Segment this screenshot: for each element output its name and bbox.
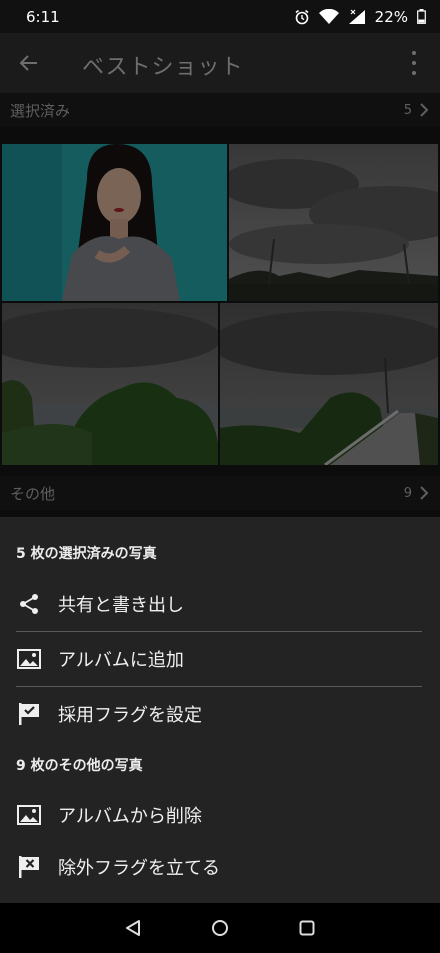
- photo-storm-road[interactable]: [220, 303, 438, 465]
- set-reject-flag-label: 除外フラグを立てる: [58, 858, 220, 879]
- flag-x-icon: [19, 856, 39, 878]
- selected-section-header[interactable]: 選択済み 5: [0, 93, 440, 127]
- flag-check-icon: [19, 703, 39, 725]
- photo-storm-river[interactable]: [2, 303, 218, 465]
- add-to-album-item[interactable]: アルバムに追加: [0, 633, 440, 685]
- set-pick-flag-item[interactable]: 採用フラグを設定: [0, 688, 440, 740]
- divider: [16, 631, 422, 632]
- system-nav-bar: [0, 903, 440, 953]
- app-bar: ベストショット: [0, 33, 440, 93]
- other-section-header[interactable]: その他 9: [0, 476, 440, 510]
- selected-section-count: 5: [403, 102, 412, 118]
- image-album-icon: [17, 805, 41, 825]
- share-icon: [20, 594, 38, 614]
- signal-icon: [348, 9, 365, 24]
- back-button[interactable]: [0, 33, 58, 93]
- other-section-label: その他: [10, 484, 56, 503]
- remove-from-album-item[interactable]: アルバムから削除: [0, 789, 440, 841]
- selected-photos-heading: 5 枚の選択済みの写真: [16, 546, 157, 562]
- set-pick-flag-label: 採用フラグを設定: [58, 705, 202, 726]
- bottom-sheet: 5 枚の選択済みの写真 共有と書き出し アルバムに追加 採用フラグを設定 9 枚…: [0, 517, 440, 903]
- add-to-album-label: アルバムに追加: [58, 650, 184, 671]
- battery-percent: 22%: [374, 7, 408, 26]
- nav-home-icon[interactable]: [211, 919, 229, 937]
- selected-section-label: 選択済み: [10, 101, 71, 120]
- remove-from-album-label: アルバムから削除: [58, 806, 202, 827]
- more-vert-icon: [412, 51, 416, 55]
- status-time: 6:11: [26, 7, 60, 26]
- photo-portrait[interactable]: [2, 144, 227, 301]
- wifi-icon: [318, 8, 339, 24]
- divider: [16, 686, 422, 687]
- chevron-right-icon: [420, 103, 429, 117]
- nav-back-icon[interactable]: [124, 919, 142, 937]
- share-export-label: 共有と書き出し: [58, 595, 184, 616]
- nav-recents-icon[interactable]: [298, 919, 316, 937]
- battery-icon: [417, 9, 426, 24]
- other-photos-heading: 9 枚のその他の写真: [16, 758, 143, 774]
- image-album-icon: [17, 649, 41, 669]
- share-export-item[interactable]: 共有と書き出し: [0, 578, 440, 630]
- other-section-count: 9: [403, 485, 412, 501]
- chevron-right-icon: [420, 486, 429, 500]
- alarm-icon: [295, 9, 309, 24]
- page-title: ベストショット: [82, 55, 244, 80]
- more-options-button[interactable]: [404, 51, 424, 75]
- photo-storm-clouds-1[interactable]: [229, 144, 438, 301]
- set-reject-flag-item[interactable]: 除外フラグを立てる: [0, 841, 440, 893]
- status-bar: 6:11 22%: [0, 0, 440, 33]
- back-arrow-icon: [19, 55, 37, 71]
